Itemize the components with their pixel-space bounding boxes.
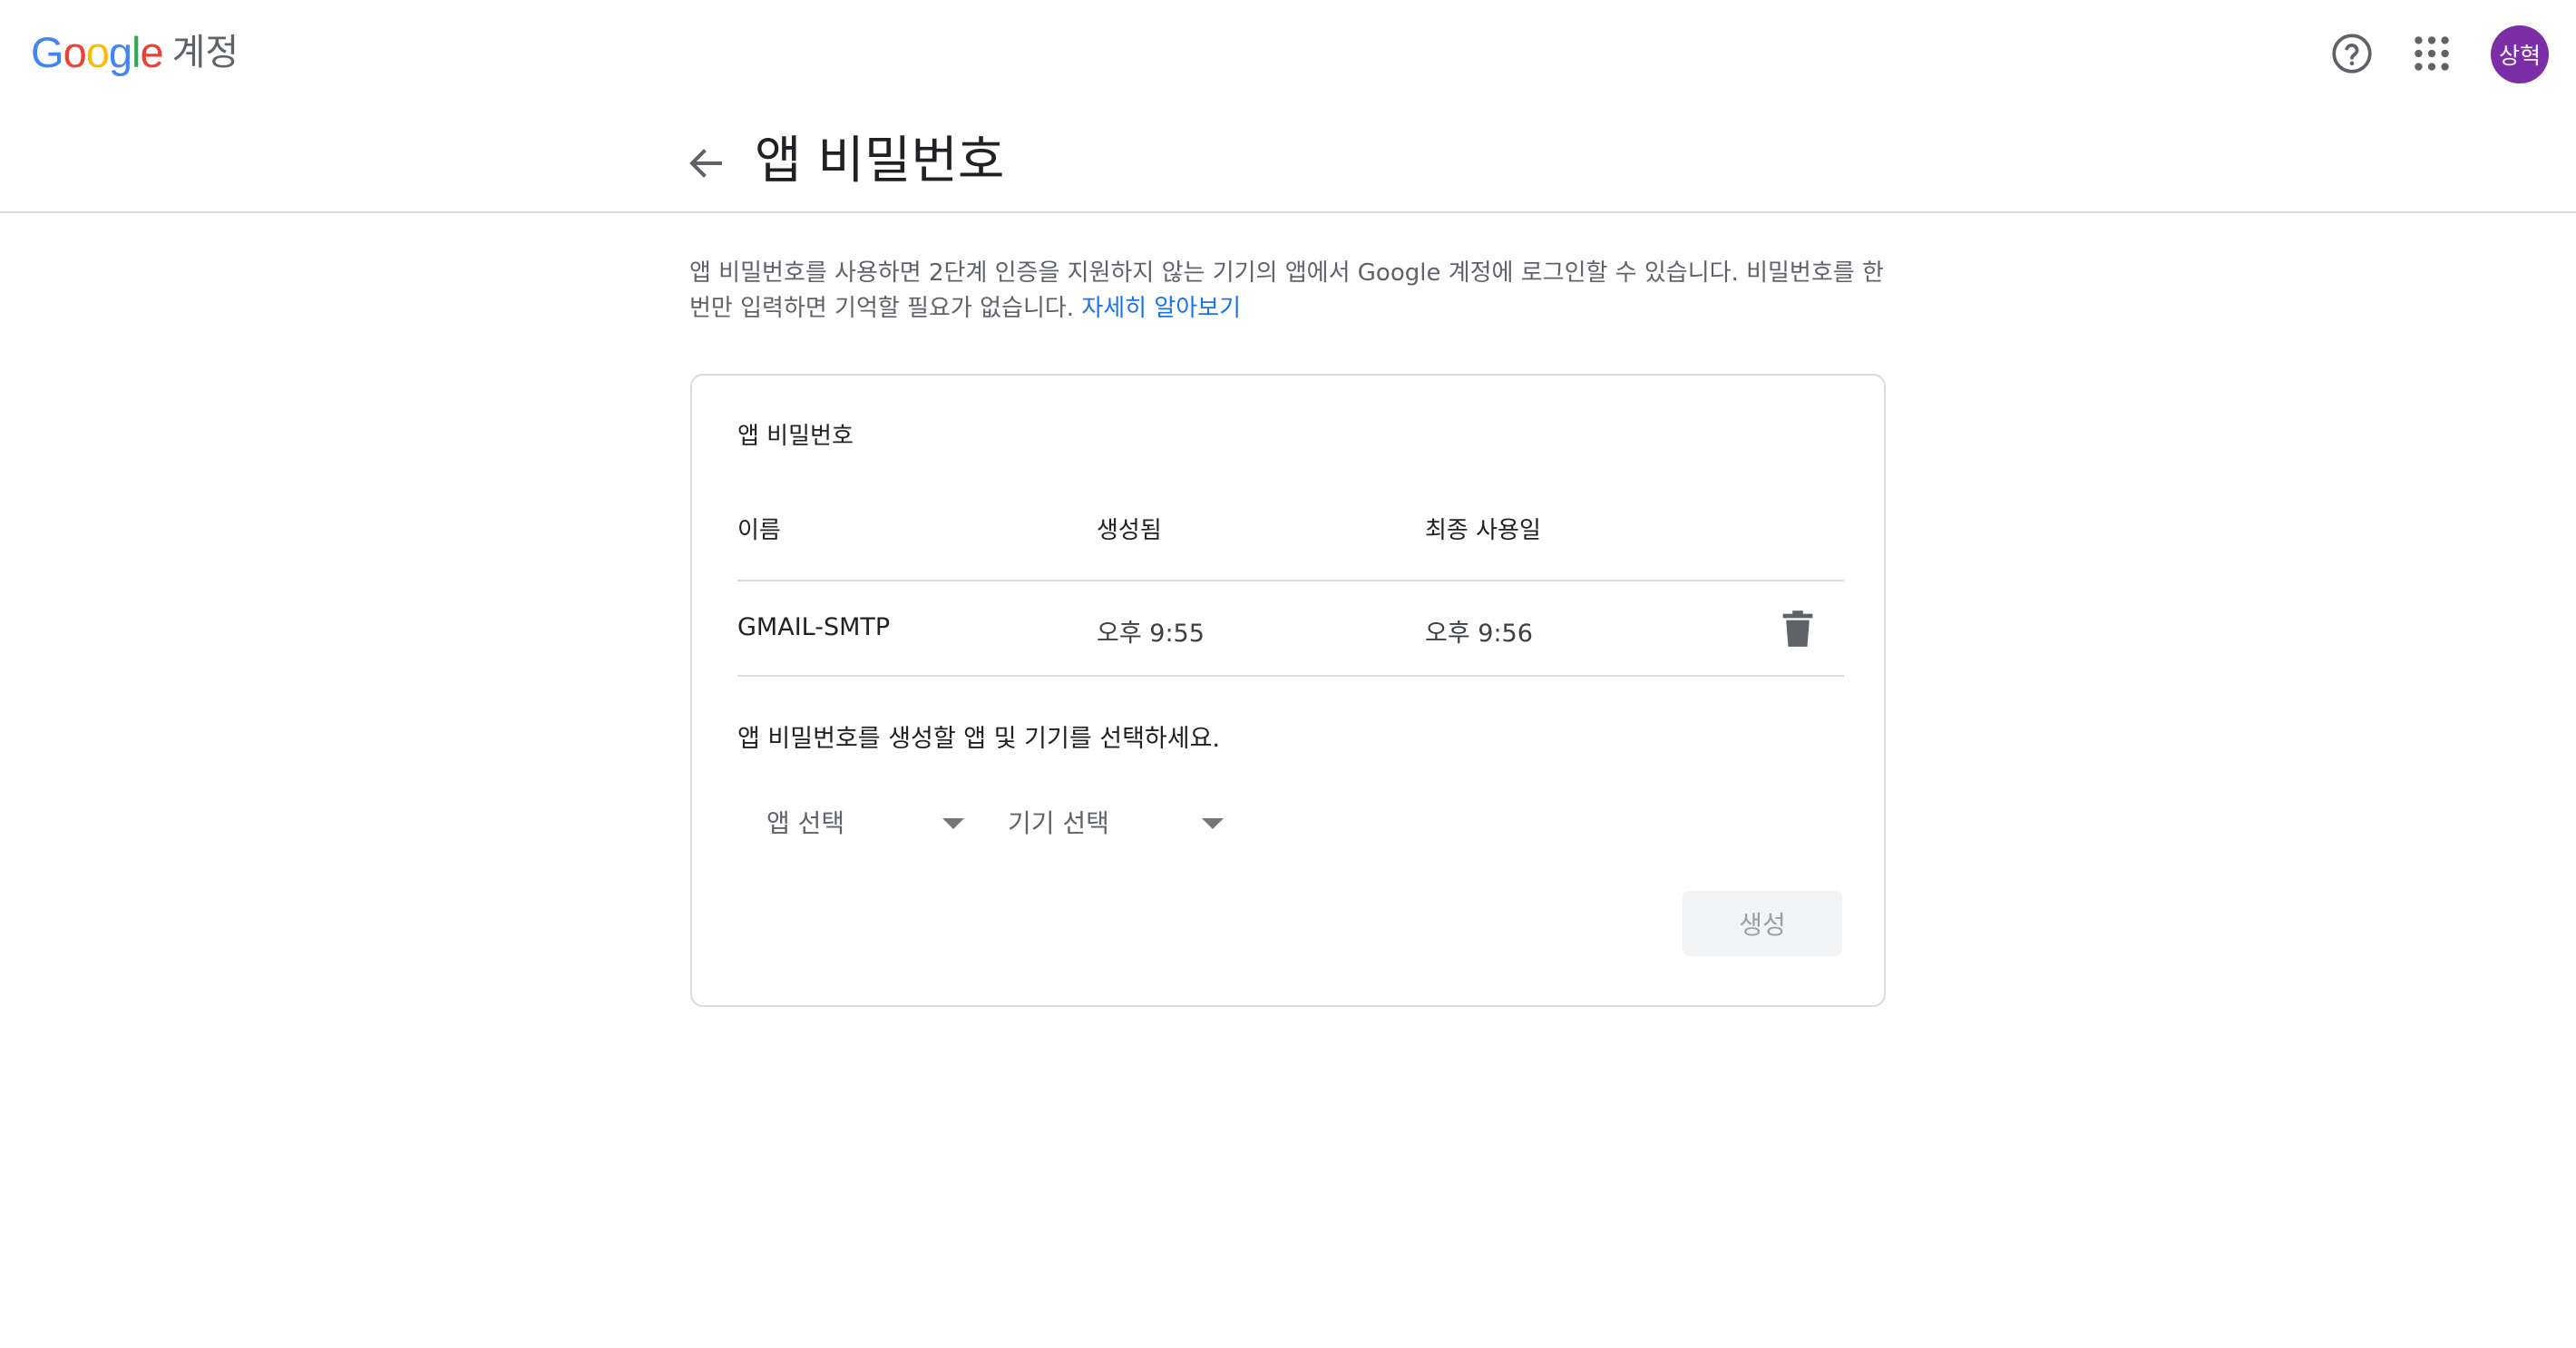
app-select-dropdown[interactable]: 앱 선택: [737, 793, 970, 847]
google-wordmark: Google: [31, 28, 164, 76]
chevron-down-icon: [1202, 818, 1224, 829]
account-avatar[interactable]: 상혁: [2491, 25, 2549, 83]
help-icon[interactable]: [2329, 31, 2375, 76]
app-select-label: 앱 선택: [766, 808, 845, 838]
device-select-label: 기기 선택: [1008, 808, 1109, 838]
column-header-name: 이름: [737, 517, 781, 544]
chevron-down-icon: [942, 818, 964, 829]
device-select-dropdown[interactable]: 기기 선택: [979, 793, 1229, 847]
intro-text: 앱 비밀번호를 사용하면 2단계 인증을 지원하지 않는 기기의 앱에서 Goo…: [689, 256, 1896, 327]
apps-grid-icon[interactable]: [2409, 31, 2454, 76]
card-title: 앱 비밀번호: [737, 423, 854, 450]
trash-icon[interactable]: [1781, 610, 1815, 648]
table-row-divider: [737, 675, 1844, 677]
intro-description: 앱 비밀번호를 사용하면 2단계 인증을 지원하지 않는 기기의 앱에서 Goo…: [689, 259, 1884, 322]
arrow-back-icon[interactable]: [684, 142, 727, 185]
learn-more-link[interactable]: 자세히 알아보기: [1081, 295, 1241, 322]
header-divider: [0, 211, 2576, 213]
product-name: 계정: [171, 32, 239, 73]
table-header-divider: [737, 580, 1844, 581]
row-last-used: 오후 9:56: [1425, 620, 1533, 648]
table-row: GMAIL-SMTP 오후 9:55 오후 9:56: [692, 582, 1886, 677]
page-title: 앱 비밀번호: [755, 132, 1005, 190]
top-bar: Google 계정 상혁: [0, 0, 2576, 109]
column-header-last-used: 최종 사용일: [1425, 517, 1541, 544]
select-instruction: 앱 비밀번호를 생성할 앱 및 기기를 선택하세요.: [737, 725, 1221, 753]
generate-button[interactable]: 생성: [1683, 891, 1842, 956]
google-account-logo[interactable]: Google 계정: [31, 25, 239, 80]
column-header-created: 생성됨: [1097, 517, 1162, 544]
app-passwords-card: 앱 비밀번호 이름 생성됨 최종 사용일 GMAIL-SMTP 오후 9:55 …: [690, 374, 1886, 1007]
row-name: GMAIL-SMTP: [737, 613, 891, 641]
row-created: 오후 9:55: [1097, 620, 1205, 648]
